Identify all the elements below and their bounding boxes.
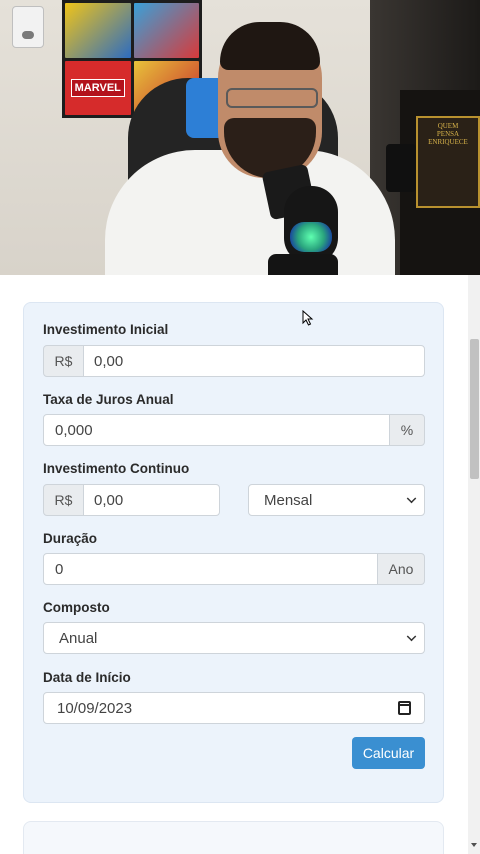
microphone <box>284 186 338 264</box>
contribution-frequency-value: Mensal <box>264 491 313 509</box>
person-hair <box>220 22 320 70</box>
results-card <box>23 821 444 854</box>
calendar-icon[interactable] <box>398 701 411 715</box>
chevron-down-icon <box>406 493 417 504</box>
year-suffix: Ano <box>377 553 425 585</box>
person-glasses <box>226 88 318 108</box>
start-date-input[interactable]: 10/09/2023 <box>43 692 425 724</box>
contribution-frequency-select[interactable]: Mensal <box>248 484 425 516</box>
scroll-down-arrow-icon[interactable] <box>471 843 477 847</box>
currency-prefix: R$ <box>43 345 84 377</box>
contribution-label: Investimento Continuo <box>43 461 190 476</box>
microphone-base <box>268 254 338 275</box>
initial-investment-label: Investimento Inicial <box>43 322 169 337</box>
duration-label: Duração <box>43 531 98 546</box>
interest-rate-input[interactable]: 0,000 <box>43 414 390 446</box>
scrollbar-thumb[interactable] <box>470 339 479 479</box>
compound-select[interactable]: Anual <box>43 622 425 654</box>
percent-suffix: % <box>389 414 425 446</box>
initial-investment-input[interactable]: 0,00 <box>83 345 425 377</box>
calculate-button[interactable]: Calcular <box>352 737 425 769</box>
compound-label: Composto <box>43 600 110 615</box>
interest-rate-label: Taxa de Juros Anual <box>43 392 174 407</box>
start-date-value: 10/09/2023 <box>57 699 133 717</box>
book-cover: QUEM PENSA ENRIQUECE <box>416 116 480 208</box>
wall-outlet <box>12 6 44 48</box>
poster-logo: MARVEL <box>70 78 125 97</box>
contribution-input[interactable]: 0,00 <box>83 484 220 516</box>
page: MARVEL QUEM PENSA ENRIQUECE Investimento I… <box>0 0 480 854</box>
duration-input[interactable]: 0 <box>43 553 378 585</box>
desk-speaker <box>386 144 416 192</box>
start-date-label: Data de Início <box>43 670 131 685</box>
webcam-video: MARVEL QUEM PENSA ENRIQUECE <box>0 0 480 275</box>
contribution-currency-prefix: R$ <box>43 484 84 516</box>
compound-value: Anual <box>59 629 98 647</box>
chevron-down-icon <box>406 631 417 642</box>
